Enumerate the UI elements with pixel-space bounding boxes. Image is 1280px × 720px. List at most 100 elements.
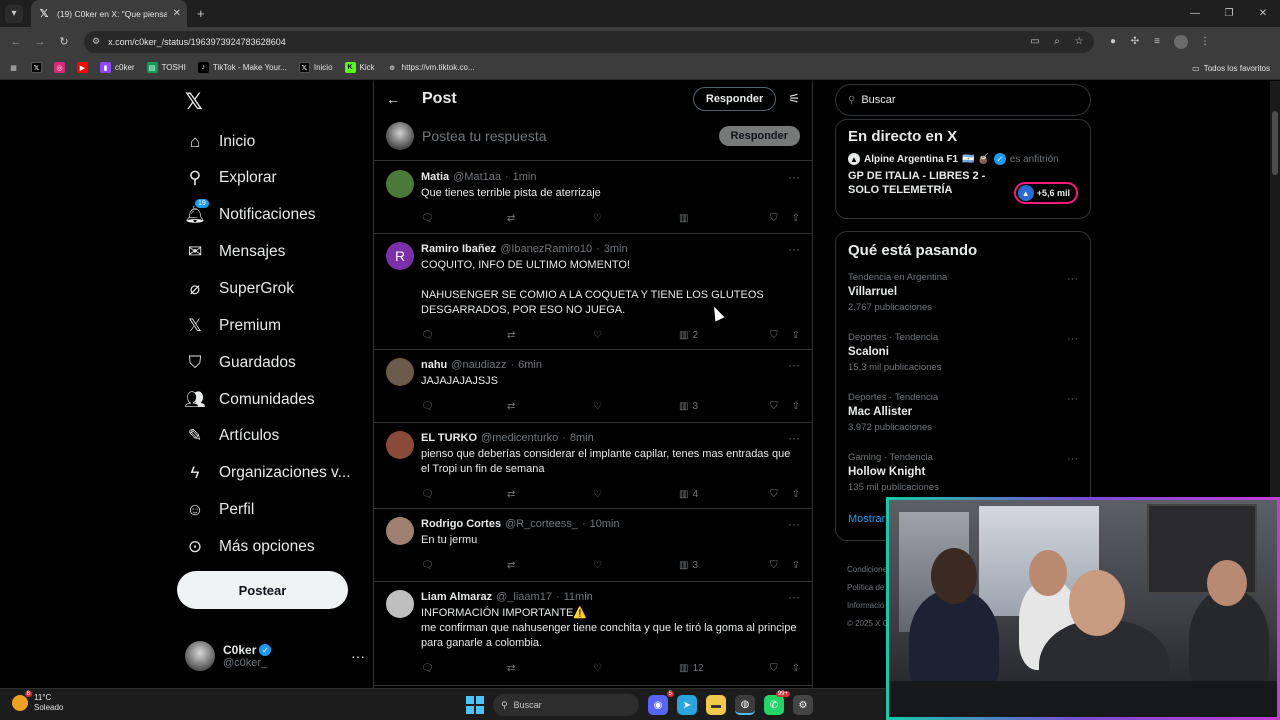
menu-kebab-icon[interactable]: ⋮ bbox=[1194, 36, 1216, 47]
reply-tweet[interactable]: ··· Rodrigo Cortes @R_corteess_ · 10min En tu… bbox=[374, 509, 812, 582]
tweet-time[interactable]: 1min bbox=[513, 171, 537, 183]
reply-icon[interactable]: 🗨︎ bbox=[421, 560, 507, 571]
author-name[interactable]: Ramiro Ibañez bbox=[421, 243, 496, 255]
bookmark-icon[interactable]: ⛉ bbox=[770, 213, 778, 224]
like-icon[interactable]: ♡ bbox=[593, 330, 679, 341]
taskbar-search[interactable]: ⚲ Buscar bbox=[493, 694, 639, 716]
views-icon[interactable]: ▥ 3 bbox=[679, 560, 765, 571]
nav-item-premium[interactable]: 𝕏 Premium bbox=[185, 313, 281, 339]
author-handle[interactable]: @medicenturko bbox=[481, 432, 558, 444]
author-handle[interactable]: @_liaam17 bbox=[496, 591, 552, 603]
avatar[interactable]: R bbox=[386, 242, 414, 270]
reply-icon[interactable]: 🗨︎ bbox=[421, 330, 507, 341]
reply-tweet[interactable]: ··· Matia @Mat1aa · 1min Que tienes terrible … bbox=[374, 162, 812, 234]
apps-icon[interactable]: ▦ bbox=[8, 62, 19, 73]
forward-icon[interactable]: → bbox=[28, 36, 52, 48]
nav-item-mensajes[interactable]: ✉ Mensajes bbox=[185, 239, 285, 265]
more-icon[interactable]: ··· bbox=[788, 170, 800, 184]
author-handle[interactable]: @R_corteess_ bbox=[505, 518, 578, 530]
more-icon[interactable]: ··· bbox=[788, 431, 800, 445]
avatar[interactable] bbox=[386, 358, 414, 386]
nav-item-perfil[interactable]: ☺ Perfil bbox=[185, 497, 254, 523]
settings-gear-icon[interactable]: ⚙ bbox=[793, 695, 813, 715]
reply-tweet[interactable]: ··· Liam Almaraz @_liaam17 · 11min INFORMACIÓ… bbox=[374, 582, 812, 686]
weather-widget[interactable]: 8 11°C Soleado bbox=[12, 691, 63, 713]
reply-icon[interactable]: 🗨︎ bbox=[421, 489, 507, 500]
avatar[interactable] bbox=[386, 517, 414, 545]
discord-icon[interactable]: ◉ 5 bbox=[648, 691, 674, 715]
x-logo-icon[interactable]: 𝕏 bbox=[185, 89, 203, 115]
author-handle[interactable]: @Mat1aa bbox=[453, 171, 501, 183]
url-text[interactable]: x.com/c0ker_/status/1963973924783628604 bbox=[108, 37, 1020, 47]
nav-item-inicio[interactable]: ⌂ Inicio bbox=[185, 129, 255, 155]
file-explorer-icon[interactable]: ▬ bbox=[706, 695, 726, 715]
bookmark-youtube[interactable]: ▶ bbox=[77, 62, 88, 73]
author-name[interactable]: EL TURKO bbox=[421, 432, 477, 444]
browser-profile-avatar[interactable] bbox=[1174, 34, 1188, 49]
active-tab[interactable]: 𝕏 (19) C0ker en X: "Que piensan?" ✕ bbox=[31, 0, 187, 27]
close-tab-icon[interactable]: ✕ bbox=[173, 8, 181, 19]
more-icon[interactable]: ··· bbox=[1067, 393, 1078, 405]
maximize-icon[interactable]: ❐ bbox=[1212, 0, 1246, 27]
avatar[interactable] bbox=[386, 590, 414, 618]
bookmark-tiktok-link[interactable]: ⊕ https://vm.tiktok.co... bbox=[387, 62, 474, 73]
author-name[interactable]: Matia bbox=[421, 171, 449, 183]
like-icon[interactable]: ♡ bbox=[593, 401, 679, 412]
bookmark-inicio[interactable]: 𝕏 Inicio bbox=[298, 62, 333, 73]
all-bookmarks[interactable]: ▭ Todos los favoritos bbox=[1192, 56, 1270, 80]
close-window-icon[interactable]: ✕ bbox=[1246, 0, 1280, 27]
footer-link[interactable]: Condicione bbox=[847, 561, 888, 579]
like-icon[interactable]: ♡ bbox=[593, 489, 679, 500]
like-icon[interactable]: ♡ bbox=[593, 213, 679, 224]
more-icon[interactable]: ··· bbox=[788, 358, 800, 372]
reply-tweet[interactable]: ··· EL TURKO @medicenturko · 8min pienso que … bbox=[374, 423, 812, 509]
nav-item-articulos[interactable]: ✎ Artículos bbox=[185, 423, 279, 449]
minimize-icon[interactable]: — bbox=[1178, 0, 1212, 27]
account-switcher[interactable]: C0ker ✓ @c0ker_ ··· bbox=[185, 638, 365, 674]
tweet-time[interactable]: 10min bbox=[590, 518, 620, 530]
back-icon[interactable]: ← bbox=[4, 36, 28, 48]
avatar[interactable] bbox=[386, 431, 414, 459]
bookmark-icon[interactable]: ⛉ bbox=[770, 560, 778, 571]
retweet-icon[interactable]: ⇄ bbox=[507, 560, 593, 571]
like-icon[interactable]: ♡ bbox=[593, 560, 679, 571]
bookmark-icon[interactable]: ⛉ bbox=[770, 401, 778, 412]
more-icon[interactable]: ··· bbox=[1067, 333, 1078, 345]
tune-icon[interactable]: ⚟ bbox=[788, 91, 800, 107]
bookmark-kick[interactable]: K Kick bbox=[344, 62, 375, 73]
tweet-time[interactable]: 3min bbox=[604, 243, 628, 255]
more-icon[interactable]: ··· bbox=[351, 648, 365, 664]
avatar[interactable] bbox=[386, 170, 414, 198]
chrome-icon[interactable]: ◍ bbox=[735, 695, 755, 715]
author-handle[interactable]: @IbanezRamiro10 bbox=[500, 243, 592, 255]
share-icon[interactable]: ⇪ bbox=[792, 330, 800, 341]
views-icon[interactable]: ▥ 12 bbox=[679, 663, 765, 674]
more-icon[interactable]: ··· bbox=[788, 590, 800, 604]
puzzle-icon[interactable]: ✣ bbox=[1124, 36, 1146, 47]
telegram-icon[interactable]: ➤ bbox=[677, 695, 697, 715]
author-name[interactable]: Rodrigo Cortes bbox=[421, 518, 501, 530]
media-icon[interactable]: ≡ bbox=[1146, 36, 1168, 47]
views-icon[interactable]: ▥ 2 bbox=[679, 330, 765, 341]
tab-list-button[interactable]: ▾ bbox=[5, 4, 23, 23]
site-info-icon[interactable]: ⚙ bbox=[92, 36, 100, 47]
tweet-time[interactable]: 6min bbox=[518, 359, 542, 371]
scrollbar-thumb[interactable] bbox=[1272, 111, 1278, 175]
retweet-icon[interactable]: ⇄ bbox=[507, 401, 593, 412]
share-icon[interactable]: ⇪ bbox=[792, 213, 800, 224]
post-button[interactable]: Postear bbox=[177, 571, 348, 609]
reply-input[interactable]: Postea tu respuesta bbox=[422, 128, 547, 144]
new-tab-button[interactable]: + bbox=[197, 6, 205, 21]
reply-tweet[interactable]: R ··· Ramiro Ibañez @IbanezRamiro10 · 3min COQ… bbox=[374, 234, 812, 350]
more-icon[interactable]: ··· bbox=[788, 242, 800, 256]
bookmark-toshi[interactable]: ▤ TOSHI bbox=[146, 62, 186, 73]
retweet-icon[interactable]: ⇄ bbox=[507, 330, 593, 341]
share-icon[interactable]: ⇪ bbox=[792, 663, 800, 674]
views-icon[interactable]: ▥ bbox=[679, 213, 765, 224]
retweet-icon[interactable]: ⇄ bbox=[507, 663, 593, 674]
author-handle[interactable]: @naudiazz bbox=[451, 359, 506, 371]
trend-item[interactable]: Deportes · Tendencia Mac Allister 3.972 pu… bbox=[836, 387, 1090, 447]
reply-filter-button[interactable]: Responder bbox=[692, 87, 777, 111]
address-bar[interactable]: ⚙ x.com/c0ker_/status/196397392478362860… bbox=[84, 30, 1094, 53]
tweet-time[interactable]: 8min bbox=[570, 432, 594, 444]
